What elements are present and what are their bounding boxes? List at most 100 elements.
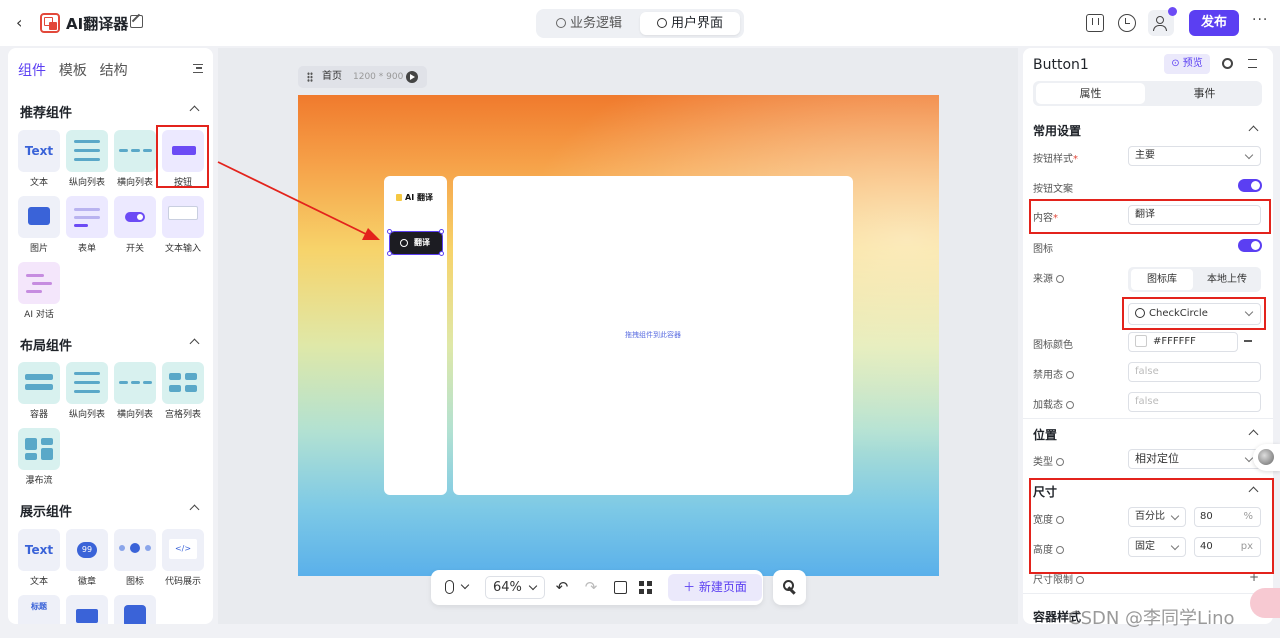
- height-mode-select[interactable]: 固定: [1128, 537, 1186, 557]
- component-button[interactable]: 按钮: [162, 130, 204, 188]
- tab-user-interface[interactable]: 用户界面: [640, 12, 740, 35]
- undo-icon[interactable]: ↶: [554, 579, 570, 595]
- component-icon[interactable]: 图标: [114, 529, 156, 587]
- resize-handle[interactable]: [387, 251, 392, 256]
- flow-icon: [555, 18, 566, 28]
- chevron-up-icon[interactable]: [1248, 484, 1260, 496]
- position-type-select[interactable]: 相对定位: [1128, 449, 1261, 469]
- more-menu-icon[interactable]: ···: [1252, 12, 1268, 28]
- info-icon: [1056, 516, 1064, 524]
- pointer-mode-icon[interactable]: [445, 580, 454, 594]
- label-text: 类型: [1033, 457, 1053, 468]
- preview-button[interactable]: ⊙ 预览: [1164, 54, 1210, 74]
- container-icon: [18, 362, 60, 404]
- icon-toggle[interactable]: [1238, 239, 1262, 252]
- component-partial-3[interactable]: [114, 595, 156, 624]
- component-partial-2[interactable]: [66, 595, 108, 624]
- chevron-up-icon[interactable]: [1248, 427, 1260, 439]
- badge-icon: 99: [66, 529, 108, 571]
- component-horizontal-list[interactable]: 横向列表: [114, 130, 156, 188]
- chevron-up-icon[interactable]: [1248, 123, 1260, 135]
- component-code-display[interactable]: </> 代码展示: [162, 529, 204, 587]
- user-body-icon: [1153, 25, 1167, 31]
- fit-screen-icon[interactable]: [614, 581, 627, 594]
- tab-icon-library[interactable]: 图标库: [1131, 269, 1193, 290]
- grid-icon[interactable]: [639, 581, 652, 594]
- button-text-toggle[interactable]: [1238, 179, 1262, 192]
- gear-icon[interactable]: [1222, 58, 1233, 69]
- resize-handle[interactable]: [439, 229, 444, 234]
- icon-color-input[interactable]: #FFFFFF: [1128, 332, 1238, 352]
- wrench-icon[interactable]: [773, 570, 806, 605]
- component-text-input[interactable]: 文本输入: [162, 196, 204, 254]
- chevron-up-icon[interactable]: [189, 104, 201, 116]
- tab-components[interactable]: 组件: [18, 60, 46, 80]
- button-component-icon: [162, 130, 204, 172]
- zoom-select[interactable]: 64%: [485, 576, 545, 599]
- panel-tabs: 组件 模板 结构: [18, 60, 137, 80]
- tab-templates[interactable]: 模板: [59, 60, 87, 80]
- disabled-input[interactable]: false: [1128, 362, 1261, 382]
- component-title[interactable]: 标题: [18, 595, 60, 624]
- component-waterfall[interactable]: 瀑布流: [18, 428, 60, 486]
- loading-input[interactable]: false: [1128, 392, 1261, 412]
- back-arrow-icon[interactable]: ‹: [16, 14, 30, 32]
- play-icon[interactable]: [406, 71, 418, 83]
- tab-events[interactable]: 事件: [1150, 83, 1259, 104]
- button-style-select[interactable]: 主要: [1128, 146, 1261, 166]
- resize-handle[interactable]: [439, 251, 444, 256]
- component-text[interactable]: Text 文本: [18, 130, 60, 188]
- floating-avatar-button[interactable]: [1250, 588, 1280, 618]
- sidebar-container[interactable]: [384, 176, 447, 495]
- remove-color-icon[interactable]: [1244, 340, 1252, 342]
- new-page-button[interactable]: ＋ 新建页面: [668, 574, 762, 601]
- component-switch[interactable]: 开关: [114, 196, 156, 254]
- content-input[interactable]: 翻译: [1128, 205, 1261, 225]
- canvas-button-translate[interactable]: 翻译: [389, 231, 443, 255]
- tab-structure[interactable]: 结构: [100, 60, 128, 80]
- width-mode-select[interactable]: 百分比: [1128, 507, 1186, 527]
- app-logo-icon: [40, 13, 60, 33]
- page-name: 首页: [322, 71, 342, 82]
- tab-business-logic[interactable]: 业务逻辑: [540, 12, 638, 35]
- width-input[interactable]: 80%: [1194, 507, 1261, 527]
- save-cloud-icon[interactable]: [1086, 14, 1104, 32]
- brand-logo-icon: [396, 194, 402, 201]
- panel-toggle-icon[interactable]: [1248, 59, 1257, 68]
- add-size-limit-icon[interactable]: +: [1249, 570, 1259, 584]
- page-label[interactable]: 首页 1200 * 900: [298, 66, 427, 88]
- tab-local-upload[interactable]: 本地上传: [1196, 269, 1258, 290]
- collapse-panel-icon[interactable]: [193, 64, 203, 73]
- component-display-text[interactable]: Text 文本: [18, 529, 60, 587]
- chevron-up-icon[interactable]: [189, 337, 201, 349]
- publish-button[interactable]: 发布: [1189, 10, 1239, 36]
- label-disabled: 禁用态: [1033, 366, 1074, 381]
- component-image[interactable]: 图片: [18, 196, 60, 254]
- collaborator-button[interactable]: [1148, 7, 1177, 36]
- component-badge[interactable]: 99 徽章: [66, 529, 108, 587]
- component-ai-chat[interactable]: AI 对话: [18, 262, 60, 320]
- drop-hint: 拖拽组件到此容器: [625, 331, 681, 339]
- drag-handle-icon[interactable]: [307, 72, 313, 82]
- component-form[interactable]: 表单: [66, 196, 108, 254]
- edit-title-icon[interactable]: [130, 15, 143, 28]
- color-swatch[interactable]: [1135, 335, 1147, 347]
- vertical-list-icon: [66, 362, 108, 404]
- history-icon[interactable]: [1118, 14, 1136, 32]
- component-grid-list[interactable]: 宫格列表: [162, 362, 204, 420]
- redo-icon[interactable]: ↷: [583, 579, 599, 595]
- resize-handle[interactable]: [387, 229, 392, 234]
- component-layout-horizontal-list[interactable]: 横向列表: [114, 362, 156, 420]
- chevron-up-icon[interactable]: [189, 503, 201, 515]
- preview-label: 预览: [1182, 58, 1203, 69]
- height-input[interactable]: 40 px: [1194, 537, 1261, 557]
- component-layout-vertical-list[interactable]: 纵向列表: [66, 362, 108, 420]
- icon-select[interactable]: CheckCircle: [1128, 303, 1261, 325]
- chevron-down-icon[interactable]: [460, 580, 470, 590]
- tab-properties[interactable]: 属性: [1036, 83, 1145, 104]
- floating-assistant-button[interactable]: [1253, 444, 1280, 471]
- label-button-text: 按钮文案: [1033, 184, 1073, 195]
- info-icon: [1076, 576, 1084, 584]
- component-vertical-list[interactable]: 纵向列表: [66, 130, 108, 188]
- component-container[interactable]: 容器: [18, 362, 60, 420]
